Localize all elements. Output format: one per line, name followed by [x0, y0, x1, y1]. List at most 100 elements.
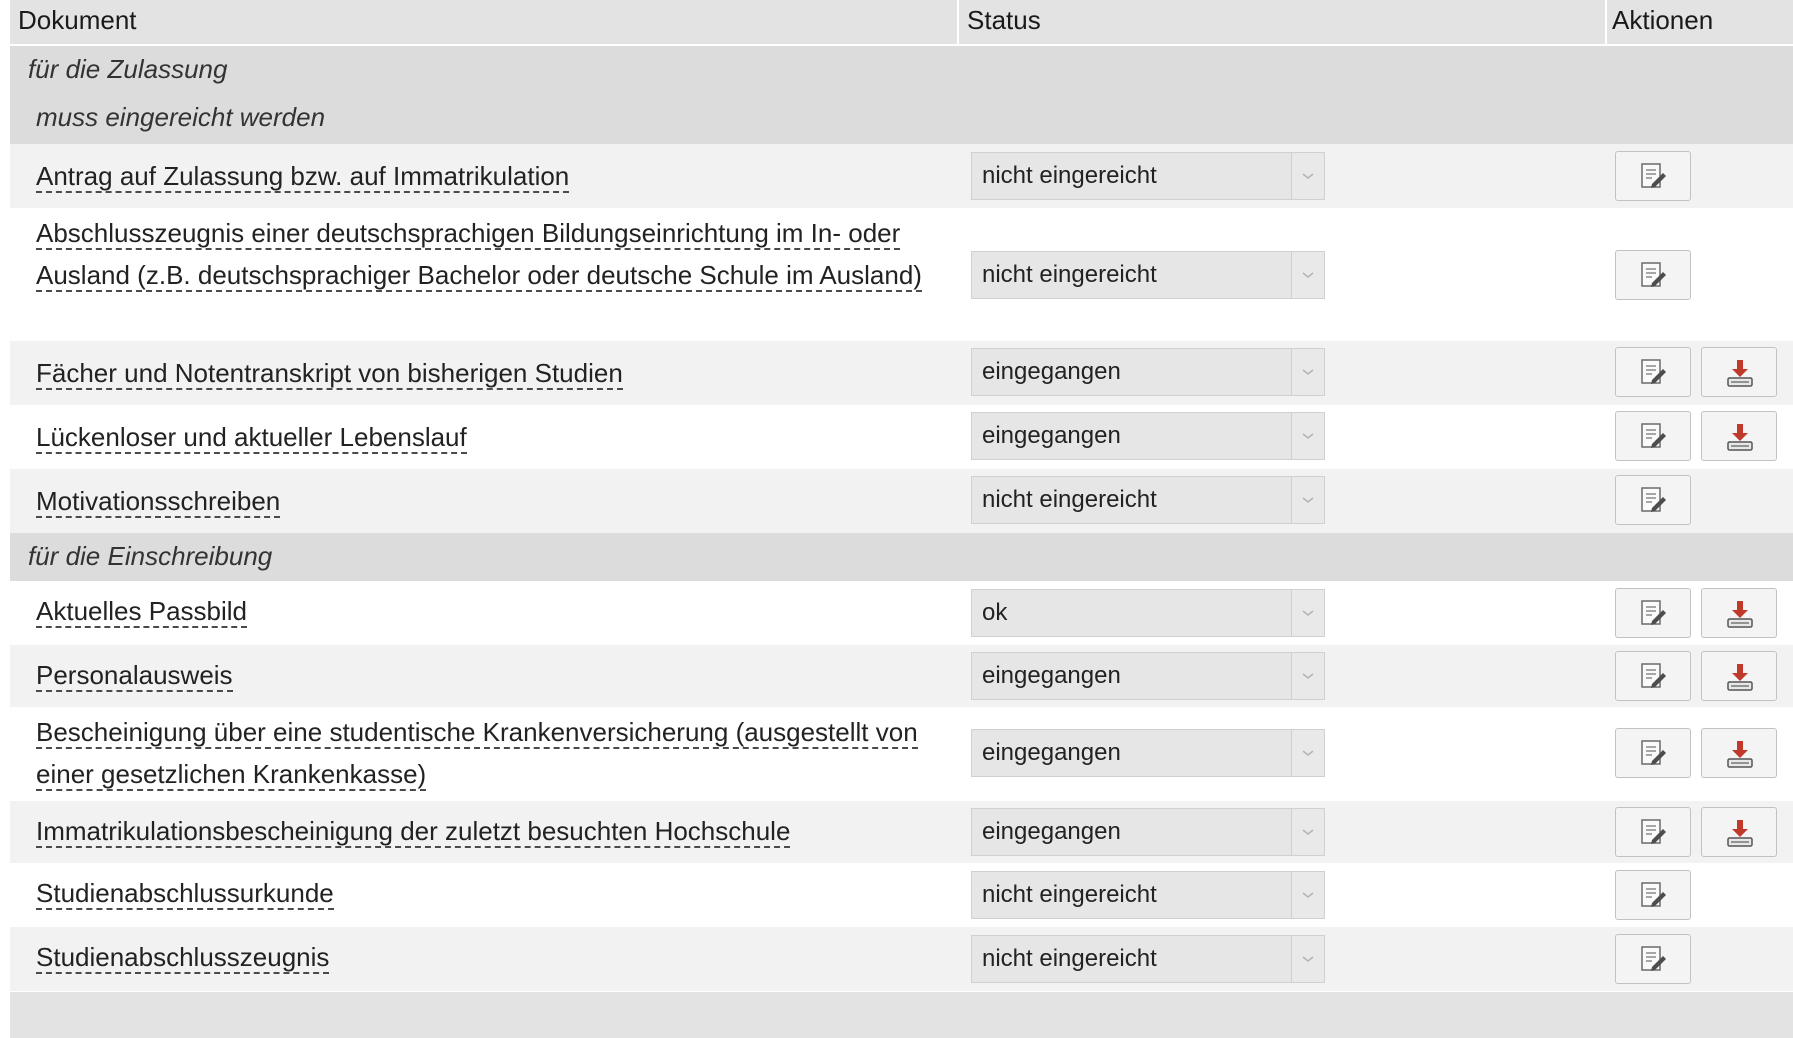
status-select[interactable]: nicht eingereicht [971, 935, 1325, 983]
status-value: nicht eingereicht [982, 945, 1157, 972]
edit-button[interactable] [1615, 870, 1691, 920]
status-select[interactable]: nicht eingereicht [971, 251, 1325, 299]
column-header-status: Status [967, 5, 1041, 35]
chevron-down-icon [1291, 153, 1324, 199]
edit-button[interactable] [1615, 934, 1691, 984]
document-label[interactable]: Aktuelles Passbild [36, 596, 247, 628]
table-row: Antrag auf Zulassung bzw. auf Immatrikul… [10, 144, 1793, 208]
table-row: Motivationsschreiben nicht eingereicht [10, 469, 1793, 533]
edit-button[interactable] [1615, 728, 1691, 778]
document-label[interactable]: Bescheinigung über eine studentische Kra… [36, 717, 918, 791]
chevron-down-icon [1291, 936, 1324, 982]
edit-document-icon [1639, 739, 1667, 767]
edit-document-icon [1639, 358, 1667, 386]
document-label[interactable]: Immatrikulationsbescheinigung der zuletz… [36, 816, 791, 848]
status-select[interactable]: eingegangen [971, 412, 1325, 460]
document-name: Studienabschlusszeugnis [36, 936, 956, 978]
edit-button[interactable] [1615, 347, 1691, 397]
table-row: Personalausweis eingegangen [10, 645, 1793, 707]
status-value: eingegangen [982, 422, 1121, 449]
chevron-down-icon [1291, 590, 1324, 636]
download-icon [1725, 818, 1755, 848]
table-header: Dokument Status Aktionen [10, 0, 1793, 46]
edit-document-icon [1639, 662, 1667, 690]
table-row: Studienabschlusszeugnis nicht eingereich… [10, 927, 1793, 991]
edit-button[interactable] [1615, 250, 1691, 300]
document-label[interactable]: Lückenloser und aktueller Lebenslauf [36, 422, 467, 454]
documents-table: Dokument Status Aktionen für die Zulassu… [10, 0, 1793, 991]
group-zulassung: für die Zulassung muss eingereicht werde… [10, 46, 1793, 144]
download-button[interactable] [1701, 728, 1777, 778]
document-name: Bescheinigung über eine studentische Kra… [36, 711, 956, 795]
edit-button[interactable] [1615, 651, 1691, 701]
document-name: Antrag auf Zulassung bzw. auf Immatrikul… [36, 155, 956, 197]
status-value: nicht eingereicht [982, 261, 1157, 288]
chevron-down-icon [1291, 653, 1324, 699]
download-icon [1725, 739, 1755, 769]
group-title-einschreibung: für die Einschreibung [28, 541, 273, 571]
table-row: Fächer und Notentranskript von bisherige… [10, 341, 1793, 405]
status-select[interactable]: eingegangen [971, 652, 1325, 700]
document-label[interactable]: Motivationsschreiben [36, 486, 281, 518]
document-name: Abschlusszeugnis einer deutschsprachigen… [36, 212, 956, 296]
edit-document-icon [1639, 162, 1667, 190]
download-icon [1725, 422, 1755, 452]
edit-document-icon [1639, 486, 1667, 514]
table-row: Lückenloser und aktueller Lebenslauf ein… [10, 405, 1793, 469]
status-select[interactable]: nicht eingereicht [971, 476, 1325, 524]
table-row: Bescheinigung über eine studentische Kra… [10, 707, 1793, 801]
document-label[interactable]: Antrag auf Zulassung bzw. auf Immatrikul… [36, 161, 570, 193]
document-name: Personalausweis [36, 654, 956, 696]
edit-document-icon [1639, 422, 1667, 450]
document-label[interactable]: Fächer und Notentranskript von bisherige… [36, 358, 623, 390]
chevron-down-icon [1291, 809, 1324, 855]
document-name: Motivationsschreiben [36, 480, 956, 522]
status-value: nicht eingereicht [982, 881, 1157, 908]
document-name: Immatrikulationsbescheinigung der zuletz… [36, 810, 956, 852]
status-select[interactable]: eingegangen [971, 348, 1325, 396]
document-label[interactable]: Abschlusszeugnis einer deutschsprachigen… [36, 218, 922, 292]
edit-document-icon [1639, 599, 1667, 627]
status-select[interactable]: nicht eingereicht [971, 152, 1325, 200]
edit-button[interactable] [1615, 475, 1691, 525]
download-icon [1725, 358, 1755, 388]
document-label[interactable]: Personalausweis [36, 660, 233, 692]
status-value: eingegangen [982, 358, 1121, 385]
table-row: Abschlusszeugnis einer deutschsprachigen… [10, 208, 1793, 341]
status-select[interactable]: ok [971, 589, 1325, 637]
download-button[interactable] [1701, 651, 1777, 701]
document-label[interactable]: Studienabschlusszeugnis [36, 942, 330, 974]
chevron-down-icon [1291, 413, 1324, 459]
chevron-down-icon [1291, 349, 1324, 395]
status-select[interactable]: eingegangen [971, 729, 1325, 777]
download-button[interactable] [1701, 588, 1777, 638]
edit-button[interactable] [1615, 807, 1691, 857]
column-header-document: Dokument [18, 5, 137, 35]
table-footer [10, 992, 1793, 1038]
chevron-down-icon [1291, 477, 1324, 523]
status-select[interactable]: nicht eingereicht [971, 871, 1325, 919]
table-row: Aktuelles Passbild ok [10, 581, 1793, 645]
status-select[interactable]: eingegangen [971, 808, 1325, 856]
status-value: eingegangen [982, 662, 1121, 689]
edit-button[interactable] [1615, 151, 1691, 201]
column-header-actions: Aktionen [1612, 5, 1714, 35]
edit-button[interactable] [1615, 588, 1691, 638]
group-title-zulassung: für die Zulassung [28, 54, 228, 84]
document-label[interactable]: Studienabschlussurkunde [36, 878, 334, 910]
status-value: nicht eingereicht [982, 486, 1157, 513]
table-row: Studienabschlussurkunde nicht eingereich… [10, 863, 1793, 927]
chevron-down-icon [1291, 872, 1324, 918]
edit-button[interactable] [1615, 411, 1691, 461]
subgroup-title-muss: muss eingereicht werden [36, 102, 326, 132]
edit-document-icon [1639, 945, 1667, 973]
edit-document-icon [1639, 881, 1667, 909]
download-button[interactable] [1701, 807, 1777, 857]
edit-document-icon [1639, 261, 1667, 289]
download-button[interactable] [1701, 411, 1777, 461]
chevron-down-icon [1291, 730, 1324, 776]
document-name: Fächer und Notentranskript von bisherige… [36, 352, 956, 394]
download-icon [1725, 662, 1755, 692]
chevron-down-icon [1291, 252, 1324, 298]
download-button[interactable] [1701, 347, 1777, 397]
